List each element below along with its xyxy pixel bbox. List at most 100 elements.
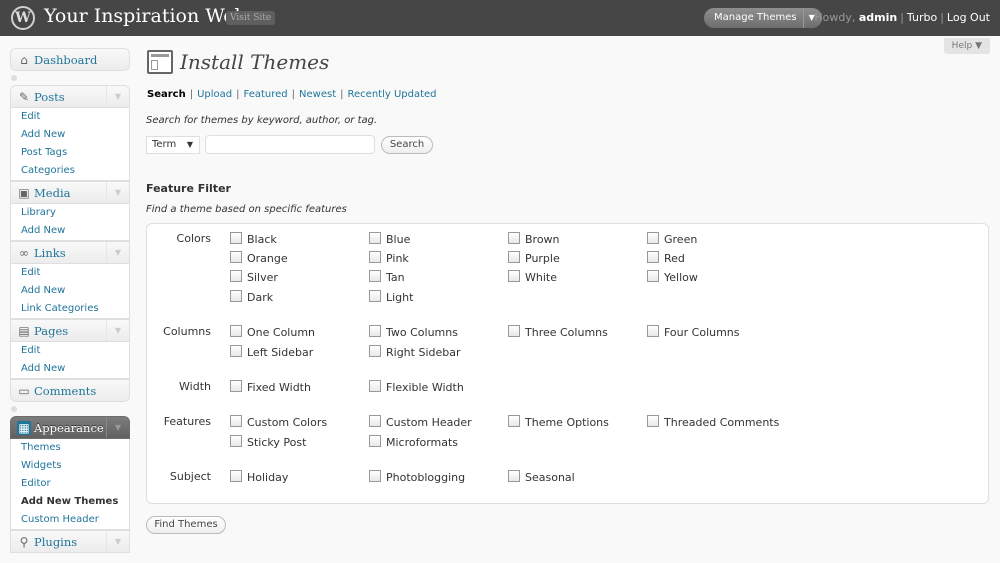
help-button[interactable]: Help ▼ bbox=[943, 38, 990, 54]
menu-comments[interactable]: ▭ Comments bbox=[10, 379, 130, 402]
checkbox-right-sidebar[interactable]: Right Sidebar bbox=[369, 345, 461, 359]
chevron-down-icon[interactable]: ▼ bbox=[106, 531, 129, 552]
chevron-down-icon[interactable]: ▼ bbox=[106, 417, 129, 438]
submenu-item[interactable]: Themes bbox=[11, 439, 129, 457]
checkbox-dark[interactable]: Dark bbox=[230, 290, 273, 304]
tab-search[interactable]: Search bbox=[147, 89, 186, 100]
menu-posts[interactable]: ✎ Posts ▼ bbox=[10, 85, 130, 108]
comment-bubble-icon: ▭ bbox=[18, 384, 30, 398]
chevron-down-icon[interactable]: ▼ bbox=[106, 86, 129, 107]
checkbox-orange[interactable]: Orange bbox=[230, 251, 288, 265]
checkbox-three-columns[interactable]: Three Columns bbox=[508, 325, 608, 339]
checkbox-theme-options[interactable]: Theme Options bbox=[508, 415, 609, 429]
appearance-icon: ▦ bbox=[17, 421, 31, 435]
checkbox-holiday[interactable]: Holiday bbox=[230, 470, 288, 484]
checkbox-custom-colors[interactable]: Custom Colors bbox=[230, 415, 327, 429]
dropdown-arrow-icon: ▼ bbox=[186, 140, 193, 149]
separator-dot bbox=[11, 75, 17, 81]
filter-label-colors: Colors bbox=[176, 232, 211, 245]
submenu-item[interactable]: Edit bbox=[11, 342, 129, 360]
menu-plugins[interactable]: ⚲ Plugins ▼ bbox=[10, 530, 130, 553]
home-icon: ⌂ bbox=[20, 53, 28, 67]
checkbox-fixed-width[interactable]: Fixed Width bbox=[230, 380, 311, 394]
checkbox-left-sidebar[interactable]: Left Sidebar bbox=[230, 345, 313, 359]
tab-featured[interactable]: Featured bbox=[244, 89, 288, 100]
menu-media[interactable]: ▣ Media ▼ bbox=[10, 181, 130, 204]
submenu-item[interactable]: Add New bbox=[11, 126, 129, 144]
howdy-text: Howdy, bbox=[814, 11, 859, 24]
submenu-item[interactable]: Add New bbox=[11, 360, 129, 378]
checkbox-yellow[interactable]: Yellow bbox=[647, 270, 698, 284]
links-submenu: Edit Add New Link Categories bbox=[10, 264, 130, 319]
submenu-item[interactable]: Add New bbox=[11, 222, 129, 240]
filter-label-features: Features bbox=[163, 415, 211, 428]
turbo-link[interactable]: Turbo bbox=[907, 11, 937, 24]
checkbox-white[interactable]: White bbox=[508, 270, 557, 284]
checkbox-black[interactable]: Black bbox=[230, 232, 277, 246]
checkbox-silver[interactable]: Silver bbox=[230, 270, 278, 284]
find-themes-button[interactable]: Find Themes bbox=[146, 516, 226, 534]
wordpress-logo-icon[interactable]: W bbox=[11, 6, 35, 30]
submenu-item-current[interactable]: Add New Themes bbox=[11, 493, 129, 511]
checkbox-brown[interactable]: Brown bbox=[508, 232, 560, 246]
submenu-item[interactable]: Categories bbox=[11, 162, 129, 180]
menu-links[interactable]: ∞ Links ▼ bbox=[10, 241, 130, 264]
submenu-item[interactable]: Editor bbox=[11, 475, 129, 493]
checkbox-red[interactable]: Red bbox=[647, 251, 685, 265]
search-description: Search for themes by keyword, author, or… bbox=[146, 115, 378, 126]
submenu-item[interactable]: Post Tags bbox=[11, 144, 129, 162]
search-input[interactable] bbox=[205, 135, 375, 154]
checkbox-flexible-width[interactable]: Flexible Width bbox=[369, 380, 464, 394]
checkbox-tan[interactable]: Tan bbox=[369, 270, 405, 284]
checkbox-sticky-post[interactable]: Sticky Post bbox=[230, 435, 306, 449]
checkbox-four-columns[interactable]: Four Columns bbox=[647, 325, 740, 339]
filter-label-columns: Columns bbox=[163, 325, 211, 338]
menu-pages[interactable]: ▤ Pages ▼ bbox=[10, 319, 130, 342]
install-tabs: Search | Upload | Featured | Newest | Recently U… bbox=[147, 89, 437, 100]
search-type-select[interactable]: Term ▼ bbox=[146, 136, 200, 154]
chevron-down-icon[interactable]: ▼ bbox=[106, 242, 129, 263]
submenu-item[interactable]: Library bbox=[11, 204, 129, 222]
themes-icon bbox=[147, 50, 173, 74]
search-button[interactable]: Search bbox=[381, 136, 433, 154]
user-link[interactable]: admin bbox=[859, 11, 897, 24]
checkbox-light[interactable]: Light bbox=[369, 290, 413, 304]
checkbox-one-column[interactable]: One Column bbox=[230, 325, 315, 339]
feature-filter-box: Colors Black Blue Brown Green Orange Pin… bbox=[146, 223, 989, 504]
checkbox-threaded-comments[interactable]: Threaded Comments bbox=[647, 415, 779, 429]
tab-upload[interactable]: Upload bbox=[197, 89, 232, 100]
checkbox-photoblogging[interactable]: Photoblogging bbox=[369, 470, 465, 484]
filter-label-width: Width bbox=[179, 380, 211, 393]
submenu-item[interactable]: Edit bbox=[11, 108, 129, 126]
pages-submenu: Edit Add New bbox=[10, 342, 130, 379]
tab-recently-updated[interactable]: Recently Updated bbox=[348, 89, 437, 100]
submenu-item[interactable]: Edit bbox=[11, 264, 129, 282]
checkbox-pink[interactable]: Pink bbox=[369, 251, 409, 265]
pages-icon: ▤ bbox=[18, 324, 30, 338]
menu-appearance[interactable]: ▦ Appearance ▼ bbox=[10, 416, 130, 439]
page-title: Install Themes bbox=[180, 50, 330, 74]
separator-dot bbox=[11, 406, 17, 412]
tab-newest[interactable]: Newest bbox=[299, 89, 336, 100]
menu-dashboard[interactable]: ⌂ Dashboard bbox=[10, 48, 130, 71]
submenu-item[interactable]: Add New bbox=[11, 282, 129, 300]
checkbox-two-columns[interactable]: Two Columns bbox=[369, 325, 458, 339]
checkbox-microformats[interactable]: Microformats bbox=[369, 435, 458, 449]
submenu-item[interactable]: Widgets bbox=[11, 457, 129, 475]
visit-site-button[interactable]: Visit Site bbox=[226, 11, 276, 25]
admin-sidebar: ⌂ Dashboard ✎ Posts ▼ Edit Add New Post … bbox=[10, 48, 130, 553]
submenu-item[interactable]: Custom Header bbox=[11, 511, 129, 529]
favorite-action-label[interactable]: Manage Themes bbox=[714, 12, 797, 23]
submenu-item[interactable]: Link Categories bbox=[11, 300, 129, 318]
checkbox-seasonal[interactable]: Seasonal bbox=[508, 470, 575, 484]
chevron-down-icon[interactable]: ▼ bbox=[106, 182, 129, 203]
logout-link[interactable]: Log Out bbox=[947, 11, 990, 24]
link-icon: ∞ bbox=[19, 246, 29, 260]
chevron-down-icon[interactable]: ▼ bbox=[106, 320, 129, 341]
checkbox-green[interactable]: Green bbox=[647, 232, 697, 246]
favorite-actions-dropdown[interactable]: Manage Themes ▼ bbox=[704, 8, 822, 28]
checkbox-purple[interactable]: Purple bbox=[508, 251, 560, 265]
checkbox-blue[interactable]: Blue bbox=[369, 232, 410, 246]
site-title[interactable]: Your Inspiration Web bbox=[44, 5, 247, 27]
checkbox-custom-header[interactable]: Custom Header bbox=[369, 415, 472, 429]
